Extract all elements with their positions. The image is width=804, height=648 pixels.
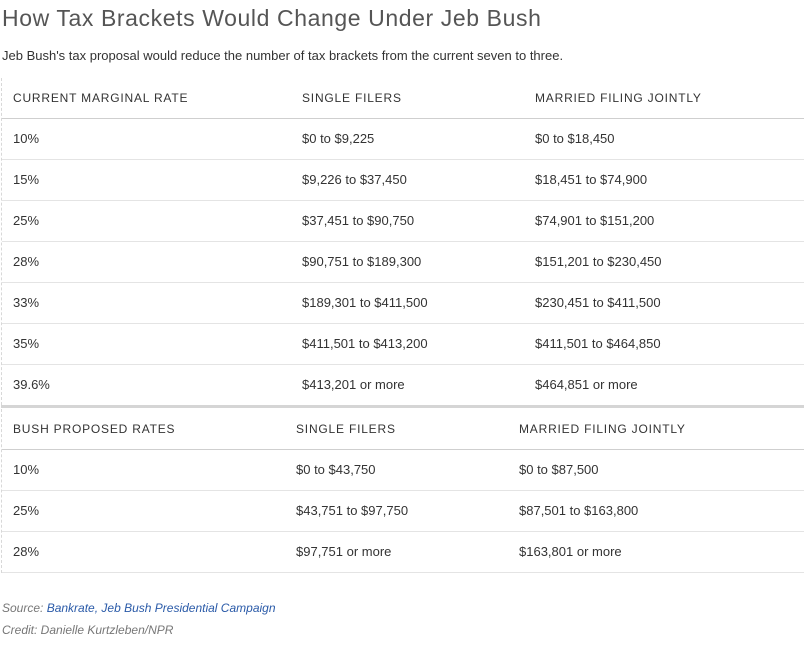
- married-cell: $87,501 to $163,800: [519, 503, 639, 518]
- header-single: SINGLE FILERS: [296, 422, 396, 436]
- single-cell: $0 to $9,225: [302, 131, 375, 146]
- table-header: BUSH PROPOSED RATES SINGLE FILERS MARRIE…: [2, 409, 804, 450]
- table-row: 39.6% $413,201 or more $464,851 or more: [2, 365, 804, 405]
- rate-cell: 15%: [13, 172, 40, 187]
- married-cell: $411,501 to $464,850: [535, 336, 661, 351]
- single-cell: $90,751 to $189,300: [302, 254, 422, 269]
- single-cell: $189,301 to $411,500: [302, 295, 428, 310]
- source-label: Source:: [2, 601, 44, 615]
- single-cell: $411,501 to $413,200: [302, 336, 428, 351]
- single-cell: $9,226 to $37,450: [302, 172, 407, 187]
- rate-cell: 25%: [13, 503, 40, 518]
- section-divider: [1, 405, 804, 408]
- married-cell: $18,451 to $74,900: [535, 172, 648, 187]
- rate-cell: 25%: [13, 213, 40, 228]
- single-cell: $0 to $43,750: [296, 462, 376, 477]
- married-cell: $230,451 to $411,500: [535, 295, 661, 310]
- married-cell: $0 to $18,450: [535, 131, 615, 146]
- married-cell: $464,851 or more: [535, 377, 638, 392]
- table-row: 15% $9,226 to $37,450 $18,451 to $74,900: [2, 160, 804, 201]
- married-cell: $151,201 to $230,450: [535, 254, 662, 269]
- table-row: 10% $0 to $9,225 $0 to $18,450: [2, 119, 804, 160]
- table-row: 25% $43,751 to $97,750 $87,501 to $163,8…: [2, 491, 804, 532]
- proposed-rates-table: BUSH PROPOSED RATES SINGLE FILERS MARRIE…: [1, 409, 804, 573]
- current-rates-table: CURRENT MARGINAL RATE SINGLE FILERS MARR…: [1, 78, 804, 405]
- rate-cell: 28%: [13, 544, 40, 559]
- table-row: 10% $0 to $43,750 $0 to $87,500: [2, 450, 804, 491]
- rate-cell: 10%: [13, 131, 40, 146]
- credit-note: Credit: Danielle Kurtzleben/NPR: [2, 623, 174, 637]
- married-cell: $74,901 to $151,200: [535, 213, 655, 228]
- source-link[interactable]: Bankrate, Jeb Bush Presidential Campaign: [47, 601, 276, 615]
- rate-cell: 35%: [13, 336, 40, 351]
- married-cell: $163,801 or more: [519, 544, 622, 559]
- table-row: 28% $90,751 to $189,300 $151,201 to $230…: [2, 242, 804, 283]
- header-married: MARRIED FILING JOINTLY: [519, 422, 686, 436]
- single-cell: $43,751 to $97,750: [296, 503, 409, 518]
- table-row: 25% $37,451 to $90,750 $74,901 to $151,2…: [2, 201, 804, 242]
- rate-cell: 10%: [13, 462, 40, 477]
- header-rate: CURRENT MARGINAL RATE: [13, 91, 189, 105]
- single-cell: $97,751 or more: [296, 544, 392, 559]
- page-subtitle: Jeb Bush's tax proposal would reduce the…: [2, 48, 564, 63]
- rate-cell: 28%: [13, 254, 40, 269]
- rate-cell: 39.6%: [13, 377, 50, 392]
- header-married: MARRIED FILING JOINTLY: [535, 91, 702, 105]
- married-cell: $0 to $87,500: [519, 462, 599, 477]
- single-cell: $37,451 to $90,750: [302, 213, 415, 228]
- header-rate: BUSH PROPOSED RATES: [13, 422, 176, 436]
- table-header: CURRENT MARGINAL RATE SINGLE FILERS MARR…: [2, 78, 804, 119]
- rate-cell: 33%: [13, 295, 40, 310]
- page-title: How Tax Brackets Would Change Under Jeb …: [2, 5, 542, 31]
- source-note: Source: Bankrate, Jeb Bush Presidential …: [2, 601, 276, 615]
- table-row: 33% $189,301 to $411,500 $230,451 to $41…: [2, 283, 804, 324]
- table-row: 28% $97,751 or more $163,801 or more: [2, 532, 804, 573]
- single-cell: $413,201 or more: [302, 377, 405, 392]
- table-row: 35% $411,501 to $413,200 $411,501 to $46…: [2, 324, 804, 365]
- header-single: SINGLE FILERS: [302, 91, 402, 105]
